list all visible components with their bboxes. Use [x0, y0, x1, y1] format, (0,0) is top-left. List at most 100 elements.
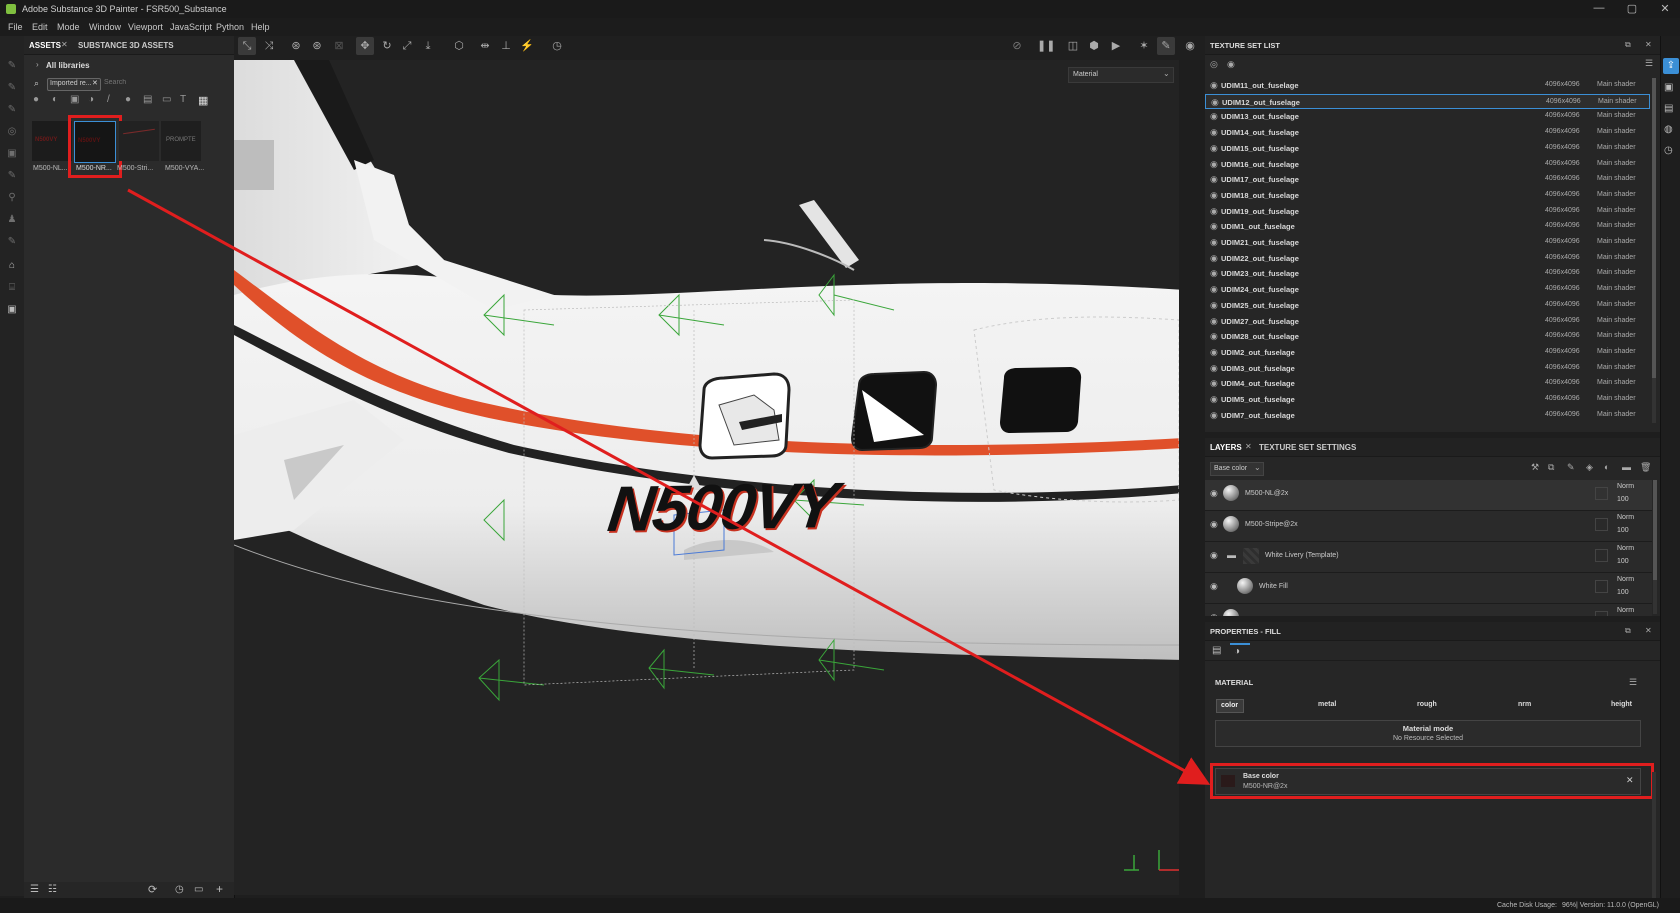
filter-chip[interactable]: Imported re... ✕ — [47, 78, 101, 91]
eye-icon[interactable]: ◉ — [1211, 97, 1219, 108]
masks-filter-icon[interactable]: ▣ — [70, 94, 79, 105]
texture-set-row[interactable]: ◉ UDIM27_out_fuselage 4096x4096 Main shader — [1205, 314, 1650, 329]
texture-set-row[interactable]: ◉ UDIM25_out_fuselage 4096x4096 Main shader — [1205, 298, 1650, 313]
eye-icon[interactable]: ◉ — [1210, 237, 1218, 248]
texture-set-row[interactable]: ◉ UDIM16_out_fuselage 4096x4096 Main shader — [1205, 157, 1650, 172]
layer-row[interactable]: ◉ Norm — [1205, 604, 1652, 616]
texture-set-row[interactable]: ◉ UDIM24_out_fuselage 4096x4096 Main shader — [1205, 282, 1650, 297]
menu-edit[interactable]: Edit — [32, 22, 48, 32]
channel-select[interactable]: Base color ⌄ — [1210, 462, 1264, 476]
symmetry-options-icon[interactable]: ⊛ — [308, 37, 326, 55]
download-icon[interactable]: ⤓ — [419, 37, 437, 55]
measure-icon[interactable]: ✎ — [5, 236, 19, 248]
close-tab-icon[interactable]: ✕ — [1245, 442, 1252, 451]
blend-mode[interactable]: Norm — [1617, 483, 1634, 490]
add-folder-icon[interactable]: ▬ — [1622, 462, 1631, 472]
eye-icon[interactable]: ◉ — [1210, 363, 1218, 374]
viewport-3d[interactable]: N500VY Material ⌄ M — [234, 60, 1179, 895]
menu-window[interactable]: Window — [89, 22, 121, 32]
add-effect-icon[interactable]: ⚒ — [1531, 462, 1539, 473]
layer-row[interactable]: ◉ White Fill Norm 100 — [1205, 573, 1652, 604]
layer-opacity[interactable]: 100 — [1617, 527, 1629, 534]
library-selector[interactable]: All libraries — [46, 61, 90, 70]
blend-mode[interactable]: Norm — [1617, 545, 1634, 552]
close-tab-icon[interactable]: ✕ — [61, 40, 68, 49]
eye-icon[interactable]: ◉ — [1210, 394, 1218, 405]
align-icon[interactable]: ⊥ — [497, 37, 515, 55]
layer-opacity[interactable]: 100 — [1617, 496, 1629, 503]
export-icon[interactable]: ⇪ — [1663, 58, 1679, 74]
texture-set-row[interactable]: ◉ UDIM21_out_fuselage 4096x4096 Main shader — [1205, 235, 1650, 250]
transform-tool-icon[interactable]: ⤡ — [238, 37, 256, 55]
scrollbar[interactable] — [1652, 78, 1656, 423]
search-input[interactable] — [104, 77, 224, 88]
smart-materials-filter-icon[interactable]: ◐ — [52, 94, 58, 105]
stamp-icon[interactable]: ⌸ — [5, 282, 19, 294]
pause-icon[interactable]: ❚❚ — [1037, 37, 1055, 55]
layer-row[interactable]: ◉ ▬ White Livery (Template) Norm 100 — [1205, 542, 1652, 573]
eye-icon[interactable]: ◉ — [1210, 221, 1218, 232]
maximize-icon[interactable]: ▢ — [1625, 2, 1639, 16]
layers-scrollbar[interactable] — [1653, 480, 1657, 614]
eye-icon[interactable]: ◉ — [1210, 159, 1218, 170]
layer-checkbox[interactable] — [1595, 580, 1608, 593]
texture-set-row[interactable]: ◉ UDIM11_out_fuselage 4096x4096 Main shader — [1205, 78, 1650, 93]
channel-rough-button[interactable]: rough — [1417, 701, 1437, 708]
tab-texture-set-settings[interactable]: TEXTURE SET SETTINGS — [1259, 443, 1356, 452]
float-panel-icon[interactable]: ⧉ — [1625, 626, 1631, 636]
eye-icon[interactable]: ◉ — [1210, 300, 1218, 311]
menu-viewport[interactable]: Viewport — [128, 22, 163, 32]
environments-filter-icon[interactable]: ▤ — [143, 94, 152, 105]
eye-icon[interactable]: ◉ — [1210, 80, 1218, 91]
eye-icon[interactable]: ◉ — [1210, 378, 1218, 389]
texture-set-row[interactable]: ◉ UDIM12_out_fuselage 4096x4096 Main shader — [1205, 93, 1650, 109]
layer-checkbox[interactable] — [1595, 487, 1608, 500]
generators-filter-icon[interactable]: ◑ — [88, 94, 94, 105]
materials-filter-icon[interactable]: ● — [33, 94, 39, 105]
eye-icon[interactable]: ◉ — [1210, 316, 1218, 327]
text-filter-icon[interactable]: T — [180, 94, 186, 105]
menu-javascript[interactable]: JavaScript — [170, 22, 212, 32]
eye-icon[interactable]: ◉ — [1210, 581, 1218, 592]
polygon-fill-icon[interactable]: ▣ — [5, 148, 19, 160]
texture-set-row[interactable]: ◉ UDIM17_out_fuselage 4096x4096 Main shader — [1205, 172, 1650, 187]
channel-color-button[interactable]: color — [1216, 699, 1244, 713]
texture-set-row[interactable]: ◉ UDIM3_out_fuselage 4096x4096 Main shader — [1205, 361, 1650, 376]
menu-help[interactable]: Help — [251, 22, 270, 32]
eye-icon[interactable]: ◉ — [1210, 111, 1218, 122]
eye-icon[interactable]: ◉ — [1210, 143, 1218, 154]
texture-set-row[interactable]: ◉ UDIM22_out_fuselage 4096x4096 Main shader — [1205, 251, 1650, 266]
layer-checkbox[interactable] — [1595, 611, 1608, 616]
viewport-mode-select[interactable]: Material ⌄ — [1068, 67, 1174, 83]
layer-checkbox[interactable] — [1595, 549, 1608, 562]
symmetry-icon[interactable]: ⊛ — [287, 37, 305, 55]
texture-set-row[interactable]: ◉ UDIM14_out_fuselage 4096x4096 Main shader — [1205, 125, 1650, 140]
eye-icon[interactable]: ◉ — [1210, 127, 1218, 138]
tab-layers[interactable]: LAYERS — [1210, 443, 1242, 452]
texture-set-row[interactable]: ◉ UDIM2_out_fuselage 4096x4096 Main shader — [1205, 345, 1650, 360]
bake-icon[interactable]: ⌂ — [5, 260, 19, 272]
rotate-icon[interactable]: ↻ — [378, 37, 396, 55]
clone-icon[interactable]: ⚲ — [5, 192, 19, 204]
video-camera-icon[interactable]: ▶ — [1107, 37, 1125, 55]
texture-set-row[interactable]: ◉ UDIM19_out_fuselage 4096x4096 Main shader — [1205, 204, 1650, 219]
layer-checkbox[interactable] — [1595, 518, 1608, 531]
snap-icon[interactable]: ⚡ — [518, 37, 536, 55]
float-panel-icon[interactable]: ⧉ — [1625, 40, 1631, 50]
blend-mode[interactable]: Norm — [1617, 576, 1634, 583]
eye-icon[interactable]: ◉ — [1210, 190, 1218, 201]
eye-icon[interactable]: ◉ — [1210, 331, 1218, 342]
layer-opacity[interactable]: 100 — [1617, 589, 1629, 596]
scale-icon[interactable]: ⤢ — [398, 37, 416, 55]
texture-set-row[interactable]: ◉ UDIM5_out_fuselage 4096x4096 Main shader — [1205, 392, 1650, 407]
eye-icon[interactable]: ◉ — [1210, 519, 1218, 530]
brushes-filter-icon[interactable]: / — [107, 94, 110, 105]
channel-height-button[interactable]: height — [1611, 701, 1632, 708]
menu-python[interactable]: Python — [216, 22, 244, 32]
texture-set-row[interactable]: ◉ UDIM4_out_fuselage 4096x4096 Main shader — [1205, 376, 1650, 391]
eye-icon[interactable]: ◉ — [1210, 612, 1218, 616]
move-icon[interactable]: ✥ — [356, 37, 374, 55]
blend-mode[interactable]: Norm — [1617, 607, 1634, 614]
render-icon[interactable]: ✶ — [1135, 37, 1153, 55]
texture-set-row[interactable]: ◉ UDIM23_out_fuselage 4096x4096 Main shader — [1205, 266, 1650, 281]
